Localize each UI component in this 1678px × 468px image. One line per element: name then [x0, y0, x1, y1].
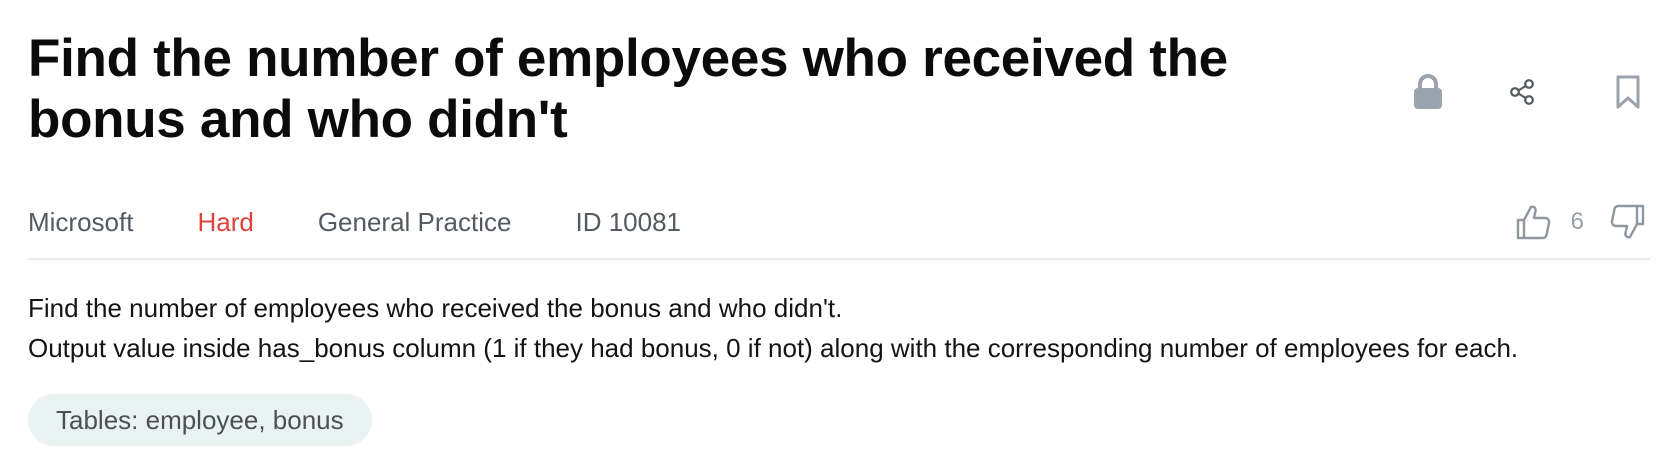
- bookmark-icon: [1616, 75, 1640, 109]
- question-page: Find the number of employees who receive…: [28, 0, 1650, 468]
- description-line: Find the number of employees who receive…: [28, 293, 843, 323]
- thumbs-up-icon: [1516, 205, 1550, 240]
- thumbs-down-icon: [1610, 204, 1645, 239]
- title-actions: [1406, 70, 1650, 114]
- vote-group: 6: [1511, 200, 1650, 244]
- divider: [28, 258, 1650, 260]
- share-button[interactable]: [1500, 70, 1544, 114]
- share-icon: [1510, 79, 1534, 105]
- title-row: Find the number of employees who receive…: [28, 28, 1650, 158]
- difficulty-badge: Hard: [197, 206, 254, 237]
- question-description: Find the number of employees who receive…: [28, 288, 1668, 368]
- bookmark-button[interactable]: [1606, 70, 1650, 114]
- description-line: Output value inside has_bonus column (1 …: [28, 333, 1519, 363]
- question-title: Find the number of employees who receive…: [28, 29, 1228, 149]
- question-meta: Microsoft Hard General Practice ID 10081…: [28, 200, 1650, 244]
- lock-icon: [1414, 74, 1442, 109]
- lock-button[interactable]: [1406, 70, 1450, 114]
- upvote-count: 6: [1570, 208, 1584, 235]
- category-label: General Practice: [317, 206, 512, 237]
- upvote-button[interactable]: [1511, 200, 1555, 244]
- downvote-button[interactable]: [1606, 200, 1650, 244]
- tables-chip: Tables: employee, bonus: [28, 394, 372, 446]
- company-label: Microsoft: [28, 206, 134, 237]
- question-id: ID 10081: [575, 206, 682, 237]
